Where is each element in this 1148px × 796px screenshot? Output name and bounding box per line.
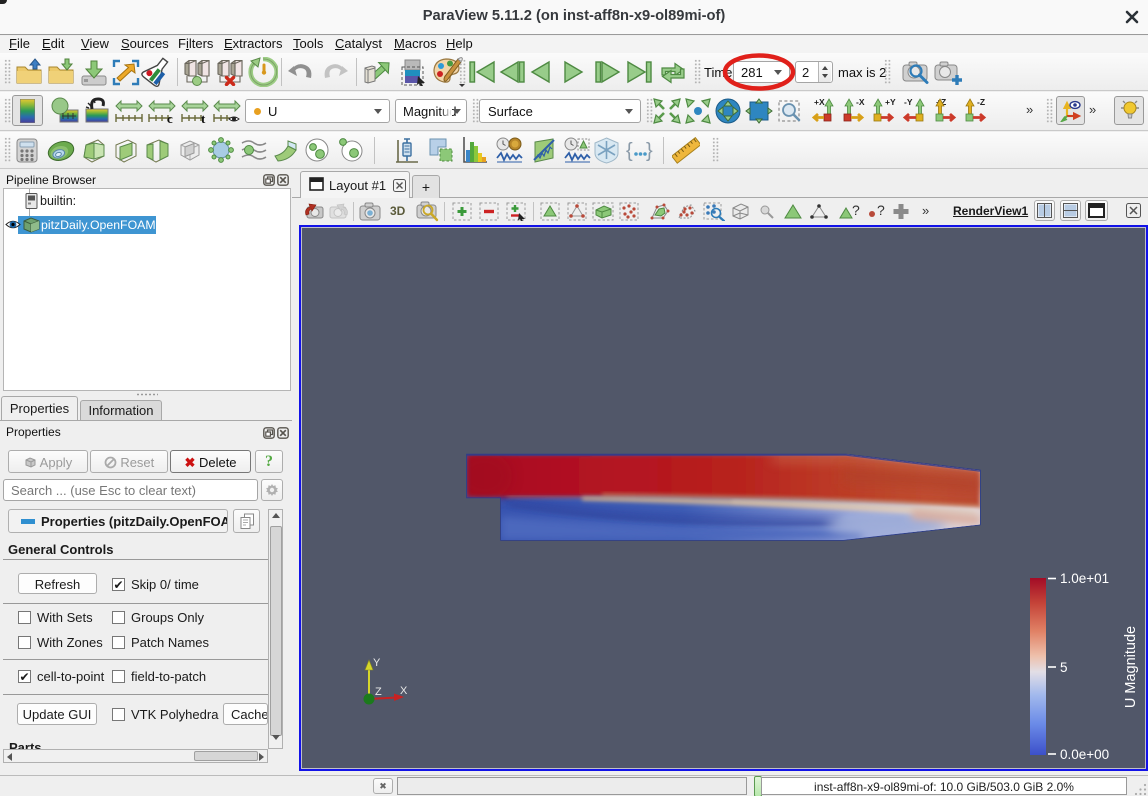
svg-text:0.0e+00: 0.0e+00 xyxy=(1060,747,1109,762)
svg-text:+X: +X xyxy=(814,97,825,107)
svg-text:-Y: -Y xyxy=(904,97,913,107)
svg-text:?: ? xyxy=(852,202,860,218)
svg-text:5: 5 xyxy=(1060,660,1068,675)
svg-text:-Z: -Z xyxy=(977,97,985,107)
svg-text:+Y: +Y xyxy=(885,97,896,107)
svg-text:Y: Y xyxy=(373,657,381,669)
svg-text:U Magnitude: U Magnitude xyxy=(1123,626,1139,708)
svg-text:X: X xyxy=(400,685,408,697)
svg-text:?: ? xyxy=(877,202,885,218)
svg-text:t: t xyxy=(201,111,206,124)
svg-text:{: { xyxy=(626,140,633,162)
svg-text:Z: Z xyxy=(375,686,382,698)
svg-text:c: c xyxy=(167,111,173,124)
svg-text:-X: -X xyxy=(856,97,865,107)
svg-text:1.0e+01: 1.0e+01 xyxy=(1060,571,1109,586)
svg-text:}: } xyxy=(646,140,653,162)
